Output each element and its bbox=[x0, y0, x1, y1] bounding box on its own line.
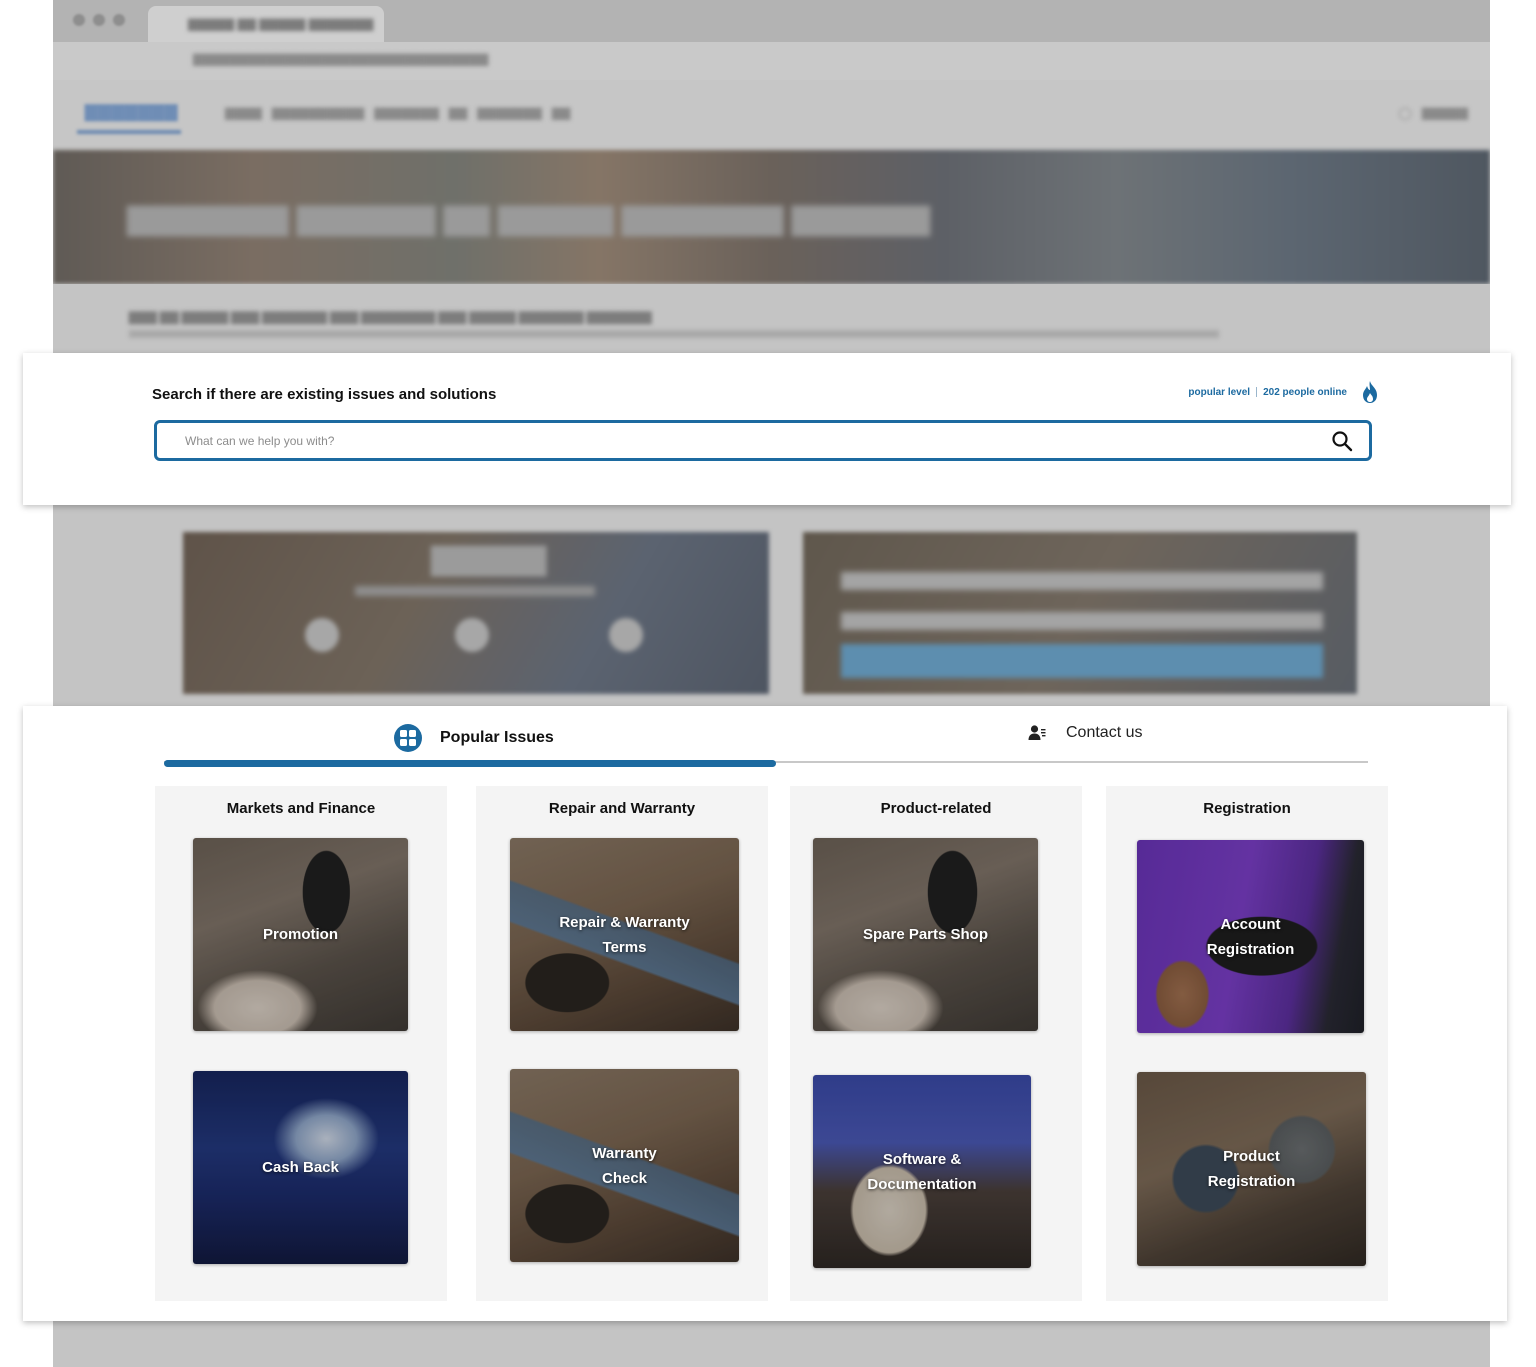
card-repair-warranty-terms[interactable]: Repair & Warranty Terms bbox=[510, 838, 739, 1031]
background-login-card: ▇▇▇▇▇ bbox=[183, 532, 769, 694]
card-label: Spare Parts Shop bbox=[862, 926, 989, 943]
search-icon[interactable] bbox=[1331, 430, 1353, 452]
search-box bbox=[154, 420, 1372, 461]
column-title: Markets and Finance bbox=[226, 800, 376, 817]
background-logo-underline bbox=[77, 130, 181, 134]
card-label: Promotion bbox=[263, 926, 338, 943]
flame-icon bbox=[1363, 381, 1377, 403]
popularity-divider bbox=[1256, 387, 1258, 397]
background-form-input bbox=[841, 612, 1323, 630]
column-product-related: Product-related Spare Parts Shop Softwar… bbox=[790, 786, 1082, 1301]
background-brand-logo: ▇▇▇▇▇▇▇ bbox=[85, 104, 179, 121]
background-hero-banner: ▇▇▇▇▇▇▇ ▇▇▇▇▇▇ ▇▇ ▇▇▇▇▇ ▇▇▇▇▇▇▇ ▇▇▇▇▇▇ bbox=[53, 150, 1490, 284]
column-title: Repair and Warranty bbox=[548, 800, 696, 817]
people-online-count: 202 people online bbox=[1263, 386, 1347, 398]
card-label: Account Registration bbox=[1206, 915, 1295, 958]
background-url-bar: ▇▇▇▇▇▇▇▇▇▇▇▇▇▇▇▇▇▇▇▇▇▇▇▇▇▇▇▇▇▇▇▇ bbox=[53, 42, 1490, 80]
search-input[interactable] bbox=[185, 431, 1305, 451]
issues-tabs: Popular Issues Contact us bbox=[164, 706, 1368, 768]
window-maximize-dot bbox=[113, 14, 125, 26]
card-cash-back[interactable]: Cash Back bbox=[193, 1071, 408, 1264]
background-browser-tab: ▇▇▇▇▇ ▇▇ ▇▇▇▇▇ ▇▇▇▇▇▇▇ bbox=[148, 6, 384, 42]
card-warranty-check[interactable]: Warranty Check bbox=[510, 1069, 739, 1262]
background-url: ▇▇▇▇▇▇▇▇▇▇▇▇▇▇▇▇▇▇▇▇▇▇▇▇▇▇▇▇▇▇▇▇ bbox=[193, 52, 489, 66]
contact-person-icon bbox=[1028, 725, 1046, 740]
column-repair-and-warranty: Repair and Warranty Repair & Warranty Te… bbox=[476, 786, 768, 1301]
column-markets-and-finance: Markets and Finance Promotion Cash Back bbox=[155, 786, 447, 1301]
issues-panel: Popular Issues Contact us Markets and Fi… bbox=[23, 706, 1507, 1321]
window-minimize-dot bbox=[93, 14, 105, 26]
tab-popular-issues-label: Popular Issues bbox=[440, 729, 554, 746]
window-close-dot bbox=[73, 14, 85, 26]
grid-icon bbox=[394, 724, 422, 752]
background-circle-icon bbox=[305, 618, 339, 652]
background-intro-text: ▇▇▇ ▇▇ ▇▇▇▇▇ ▇▇▇ ▇▇▇▇▇▇▇ ▇▇▇ ▇▇▇▇▇▇▇▇ ▇▇… bbox=[53, 284, 1490, 354]
card-label: Software & Documentation bbox=[867, 1150, 977, 1193]
background-login-subtitle bbox=[355, 586, 595, 596]
background-intro-body bbox=[129, 330, 1219, 338]
background-circle-icon bbox=[609, 618, 643, 652]
popularity-indicator: popular level 202 people online bbox=[1188, 380, 1381, 404]
background-tab-bar: ▇▇▇▇▇ ▇▇ ▇▇▇▇▇ ▇▇▇▇▇▇▇ bbox=[53, 0, 1490, 42]
card-label: Warranty Check bbox=[592, 1144, 657, 1187]
card-label: Cash Back bbox=[262, 1159, 339, 1176]
card-product-registration[interactable]: Product Registration bbox=[1137, 1072, 1366, 1266]
tab-active-indicator bbox=[164, 760, 776, 767]
tab-contact-us[interactable]: Contact us bbox=[1028, 724, 1142, 742]
background-form-button bbox=[841, 644, 1323, 678]
search-heading: Search if there are existing issues and … bbox=[152, 386, 497, 403]
card-software-documentation[interactable]: Software & Documentation bbox=[813, 1075, 1031, 1268]
tab-contact-us-label: Contact us bbox=[1066, 724, 1143, 741]
card-label: Repair & Warranty Terms bbox=[559, 913, 690, 956]
column-registration: Registration Account Registration Produc… bbox=[1106, 786, 1388, 1301]
background-form-input bbox=[841, 572, 1323, 590]
column-title: Registration bbox=[1203, 800, 1291, 817]
card-account-registration[interactable]: Account Registration bbox=[1137, 840, 1364, 1033]
card-label: Product Registration bbox=[1207, 1148, 1296, 1190]
search-panel: Search if there are existing issues and … bbox=[23, 353, 1511, 505]
background-circle-icon bbox=[455, 618, 489, 652]
background-form-card bbox=[803, 532, 1357, 694]
popular-level-label: popular level bbox=[1188, 386, 1251, 398]
background-menu-text: ▇▇▇▇ ▇▇▇▇▇▇▇▇▇▇ ▇▇▇▇▇▇▇ ▇▇ ▇▇▇▇▇▇▇ ▇▇ bbox=[225, 106, 571, 120]
card-promotion[interactable]: Promotion bbox=[193, 838, 408, 1031]
background-intro-heading: ▇▇▇ ▇▇ ▇▇▇▇▇ ▇▇▇ ▇▇▇▇▇▇▇ ▇▇▇ ▇▇▇▇▇▇▇▇ ▇▇… bbox=[129, 310, 652, 324]
card-spare-parts-shop[interactable]: Spare Parts Shop bbox=[813, 838, 1038, 1031]
background-login-title: ▇▇▇▇▇ bbox=[431, 543, 547, 576]
column-title: Product-related bbox=[880, 800, 992, 817]
background-account-text: ◯ ▇▇▇▇▇ bbox=[1398, 106, 1468, 120]
background-hero-title: ▇▇▇▇▇▇▇ ▇▇▇▇▇▇ ▇▇ ▇▇▇▇▇ ▇▇▇▇▇▇▇ ▇▇▇▇▇▇ bbox=[127, 203, 931, 236]
tab-popular-issues[interactable]: Popular Issues bbox=[394, 724, 554, 752]
background-site-nav: ▇▇▇▇▇▇▇ ▇▇▇▇ ▇▇▇▇▇▇▇▇▇▇ ▇▇▇▇▇▇▇ ▇▇ ▇▇▇▇▇… bbox=[53, 80, 1490, 150]
background-tab-title: ▇▇▇▇▇ ▇▇ ▇▇▇▇▇ ▇▇▇▇▇▇▇ bbox=[188, 17, 374, 31]
